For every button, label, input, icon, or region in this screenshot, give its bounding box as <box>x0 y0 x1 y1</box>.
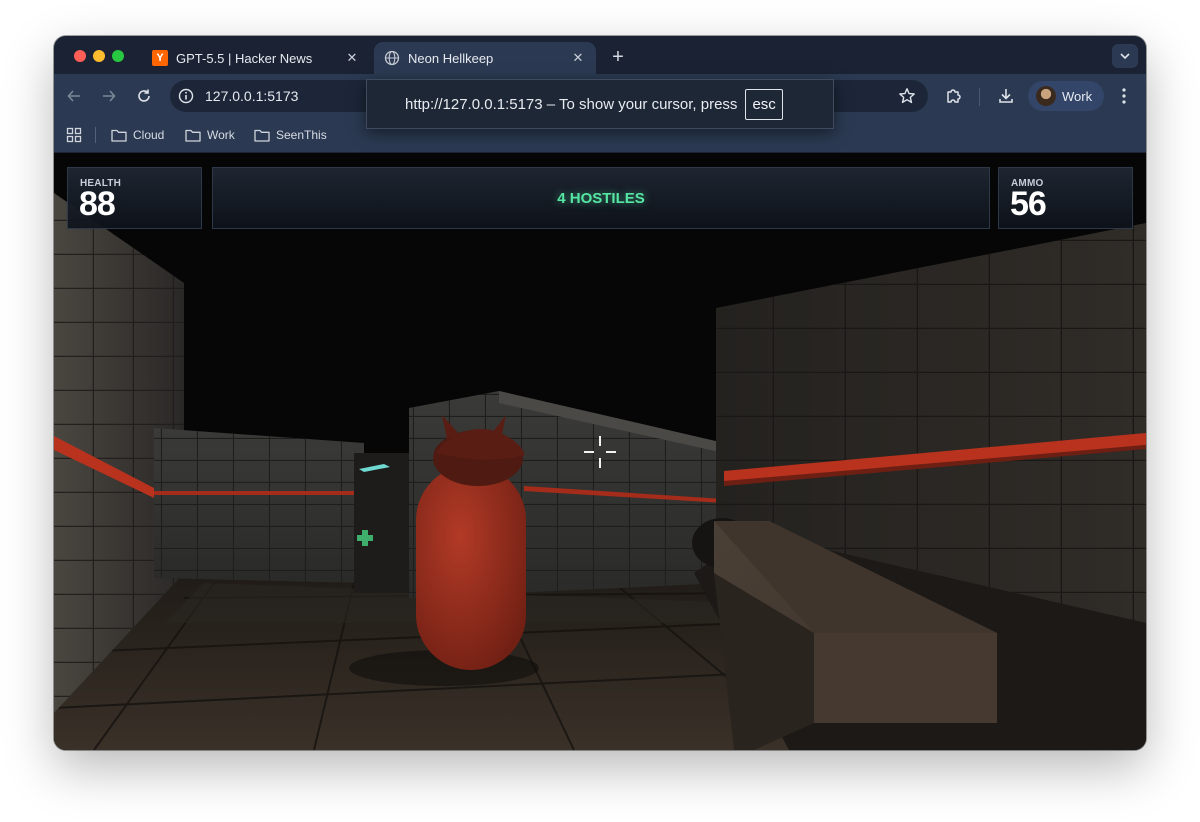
bookmark-folder-work[interactable]: Work <box>185 126 235 144</box>
window-minimize-button[interactable] <box>93 50 105 62</box>
kebab-menu-icon[interactable] <box>1114 86 1134 106</box>
notice-text: http://127.0.0.1:5173 – To show your cur… <box>405 95 738 113</box>
health-value: 88 <box>79 185 116 223</box>
arrow-left-icon <box>67 90 80 102</box>
back-button[interactable] <box>62 84 86 108</box>
hostiles-panel: 4 HOSTILES <box>212 167 990 229</box>
bookmark-folder-seenthis[interactable]: SeenThis <box>254 126 327 144</box>
bookmark-folder-cloud[interactable]: Cloud <box>111 126 164 144</box>
esc-key-hint: esc <box>745 88 783 120</box>
window-maximize-button[interactable] <box>112 50 124 62</box>
apps-grid-icon[interactable] <box>66 127 82 143</box>
address-bar-url: 127.0.0.1:5173 <box>205 88 299 104</box>
info-icon[interactable] <box>178 88 194 104</box>
browser-window: Y GPT-5.5 | Hacker News ✕ Neon Hellkeep … <box>54 36 1146 750</box>
bookmark-star-icon[interactable] <box>898 87 916 105</box>
folder-icon <box>254 129 270 142</box>
forward-button[interactable] <box>97 84 121 108</box>
avatar <box>1036 86 1056 106</box>
crosshair-icon <box>584 436 616 468</box>
reload-icon <box>138 89 150 102</box>
bookmark-label: Cloud <box>133 128 165 142</box>
globe-icon <box>384 50 400 66</box>
bookmark-label: SeenThis <box>276 128 327 142</box>
ammo-value: 56 <box>1010 185 1047 223</box>
tab-title: Neon Hellkeep <box>408 50 494 66</box>
toolbar-separator <box>979 88 980 106</box>
folder-icon <box>111 129 127 142</box>
fullscreen-cursor-notice: http://127.0.0.1:5173 – To show your cur… <box>366 79 834 129</box>
hostiles-count: 4 HOSTILES <box>557 189 645 207</box>
tab-title: GPT-5.5 | Hacker News <box>176 50 313 66</box>
window-close-button[interactable] <box>74 50 86 62</box>
ammo-panel: AMMO 56 <box>998 167 1133 229</box>
close-tab-icon[interactable]: ✕ <box>342 48 362 68</box>
tab-strip: Y GPT-5.5 | Hacker News ✕ Neon Hellkeep … <box>54 36 1146 74</box>
arrow-right-icon <box>103 90 116 102</box>
profile-label: Work <box>1062 88 1093 104</box>
tab-hacker-news[interactable]: Y GPT-5.5 | Hacker News ✕ <box>142 42 370 74</box>
chevron-down-icon <box>1120 53 1130 60</box>
new-tab-button[interactable]: + <box>606 46 630 70</box>
bookmarks-separator <box>95 127 96 143</box>
hacker-news-favicon-icon: Y <box>152 50 168 66</box>
close-tab-icon[interactable]: ✕ <box>568 48 588 68</box>
download-icon[interactable] <box>996 86 1016 106</box>
folder-icon <box>185 129 201 142</box>
tab-neon-hellkeep[interactable]: Neon Hellkeep ✕ <box>374 42 596 74</box>
tab-search-button[interactable] <box>1112 44 1138 68</box>
profile-button[interactable]: Work <box>1028 81 1104 111</box>
extensions-puzzle-icon[interactable] <box>944 86 964 106</box>
health-panel: HEALTH 88 <box>67 167 202 229</box>
bookmark-label: Work <box>207 128 235 142</box>
game-viewport[interactable]: HEALTH 88 4 HOSTILES AMMO 56 <box>54 153 1146 750</box>
reload-button[interactable] <box>132 84 156 108</box>
